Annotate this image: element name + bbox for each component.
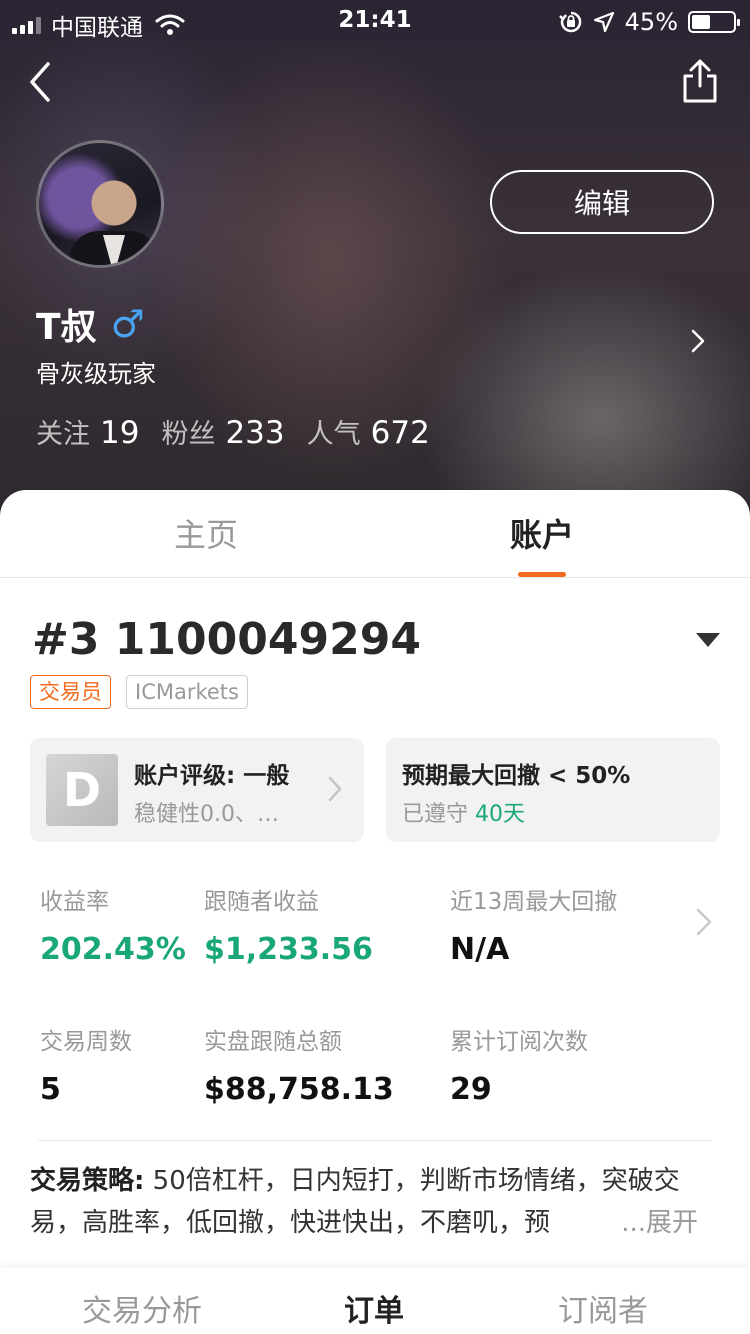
total-follow-amount-label: 实盘跟随总额 (204, 1029, 342, 1055)
orientation-lock-icon (558, 11, 581, 33)
chevron-right-icon[interactable] (688, 326, 708, 356)
grade-badge: D (46, 754, 118, 826)
drawdown-prefix: 已遵守 (402, 802, 469, 827)
trading-strategy: 交易策略: 50倍杠杆，日内短打，判断市场情绪，突破交易，高胜率，低回撤，快进快… (30, 1160, 710, 1244)
followers-count[interactable]: 233 (225, 415, 284, 451)
profile-tabs: 主页 账户 (0, 490, 750, 578)
user-level-title: 骨灰级玩家 (36, 360, 156, 388)
content-panel: 主页 账户 #3 1100049294 交易员 ICMarkets D 账户评级… (0, 490, 750, 1334)
account-number: #3 1100049294 (32, 614, 421, 665)
tab-account[interactable]: 账户 (510, 510, 574, 556)
active-tab-indicator (518, 572, 566, 577)
trader-tag: 交易员 (30, 675, 111, 709)
tab-subscribers[interactable]: 订阅者 (558, 1286, 648, 1330)
edit-profile-button[interactable]: 编辑 (490, 170, 714, 234)
divider (38, 1140, 712, 1141)
following-count[interactable]: 19 (100, 415, 139, 451)
follower-profit-label: 跟随者收益 (204, 889, 319, 915)
location-icon (593, 11, 614, 33)
return-rate-value: 202.43% (40, 932, 186, 967)
trade-weeks-label: 交易周数 (40, 1029, 132, 1055)
male-gender-icon: ♂ (110, 302, 145, 346)
popularity-label: 人气 (306, 419, 361, 450)
strategy-label: 交易策略: (30, 1166, 145, 1196)
tab-orders[interactable]: 订单 (344, 1286, 404, 1330)
chevron-right-icon[interactable] (694, 906, 714, 938)
username[interactable]: T叔 ♂ (36, 298, 145, 350)
status-bar: 中国联通 21:41 45% (0, 0, 750, 44)
drawdown-days: 40天 (475, 802, 526, 827)
avatar[interactable] (36, 140, 164, 268)
rating-subtitle: 稳健性0.0、… (134, 802, 279, 827)
profile-header: 中国联通 21:41 45% 编辑 T叔 ♂ 骨灰级玩家 关注 19 粉丝 23… (0, 0, 750, 520)
drawdown-subtitle: 已遵守 40天 (402, 796, 525, 828)
tab-home[interactable]: 主页 (174, 510, 238, 556)
battery-icon (688, 11, 740, 33)
bottom-tab-bar: 交易分析 订单 订阅者 (0, 1268, 750, 1334)
account-rating-card[interactable]: D 账户评级: 一般 稳健性0.0、… (30, 738, 364, 842)
subscription-count-label: 累计订阅次数 (450, 1029, 588, 1055)
tab-trade-analysis[interactable]: 交易分析 (82, 1286, 202, 1330)
broker-tag: ICMarkets (126, 675, 248, 709)
dropdown-triangle-icon[interactable] (696, 632, 720, 648)
drawdown-title: 预期最大回撤 < 50% (402, 763, 631, 789)
share-icon[interactable] (680, 58, 720, 104)
trade-weeks-value: 5 (40, 1072, 61, 1107)
username-text: T叔 (36, 307, 97, 348)
status-right: 45% (558, 8, 740, 36)
subscription-count-value: 29 (450, 1072, 492, 1107)
following-label: 关注 (36, 419, 90, 450)
battery-percent: 45% (624, 8, 678, 36)
followers-label: 粉丝 (161, 419, 216, 450)
max-drawdown-13w-value: N/A (450, 932, 510, 967)
return-rate-label: 收益率 (40, 889, 109, 915)
follower-profit-value: $1,233.56 (204, 932, 373, 967)
total-follow-amount-value: $88,758.13 (204, 1072, 394, 1107)
max-drawdown-card[interactable]: 预期最大回撤 < 50% 已遵守 40天 (386, 738, 720, 842)
max-drawdown-13w-label: 近13周最大回撤 (450, 889, 618, 915)
back-icon[interactable] (22, 60, 66, 104)
chevron-right-icon (328, 776, 342, 802)
profile-stats: 关注 19 粉丝 233 人气 672 (36, 412, 452, 451)
rating-title: 账户评级: 一般 (134, 763, 290, 789)
popularity-count: 672 (370, 415, 430, 451)
expand-strategy-link[interactable]: ...展开 (617, 1202, 698, 1244)
